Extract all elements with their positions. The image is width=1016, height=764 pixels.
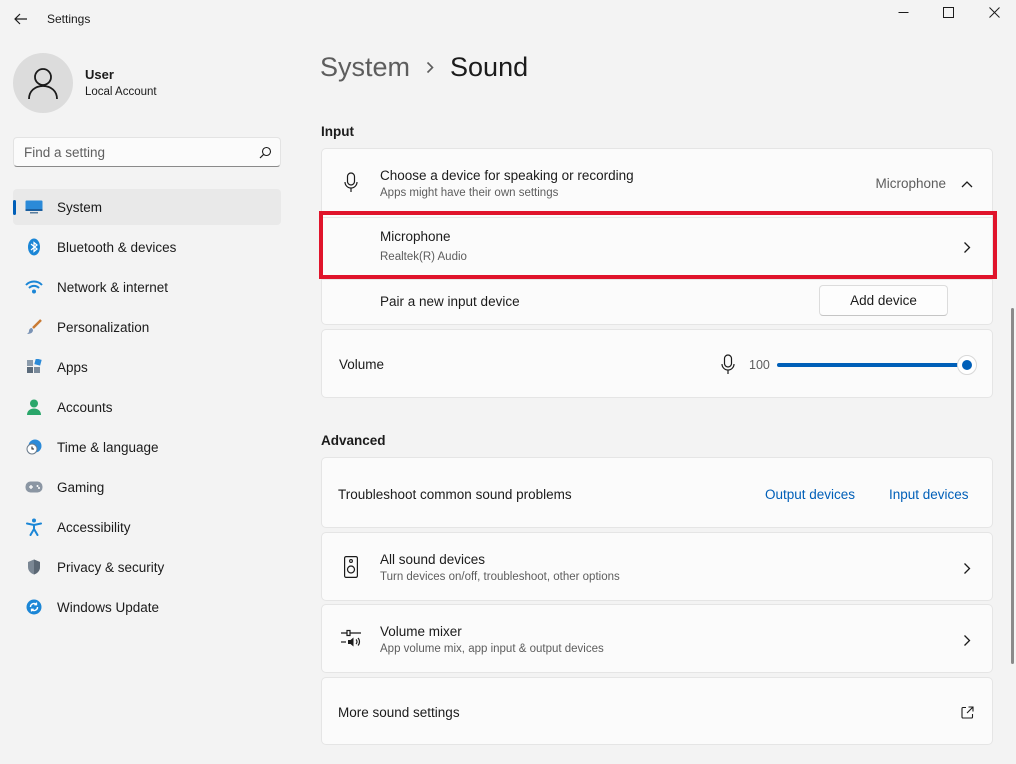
brush-icon [25,318,43,336]
time-language-icon [25,438,43,456]
title-bar: Settings [0,0,1016,40]
sidebar-item-bluetooth[interactable]: Bluetooth & devices [13,229,281,265]
maximize-icon [942,6,954,18]
user-account-type: Local Account [85,86,157,98]
app-title: Settings [47,12,91,26]
sidebar-item-label: Network & internet [57,279,169,295]
sidebar-item-system[interactable]: System [13,189,281,225]
chevron-right-icon [960,561,974,575]
all-sound-devices-row[interactable]: All sound devices Turn devices on/off, t… [321,532,993,601]
breadcrumb-parent-link[interactable]: System [320,52,410,83]
update-icon [25,598,43,616]
more-sound-settings-label: More sound settings [338,705,460,720]
section-title-advanced: Advanced [321,433,386,448]
sidebar-item-windows-update[interactable]: Windows Update [13,589,281,625]
sidebar-item-label: Gaming [57,479,105,495]
sidebar-item-label: Windows Update [57,599,160,615]
microphone-icon [716,353,740,377]
accounts-icon [25,398,43,416]
gamepad-icon [25,478,43,496]
page-title: Sound [450,52,529,82]
volume-mixer-row[interactable]: Volume mixer App volume mix, app input &… [321,604,993,673]
user-name: User [85,67,114,82]
microphone-icon [339,171,363,195]
breadcrumb: System Sound [320,52,528,83]
volume-card: Volume 100 [321,329,993,398]
minimize-button[interactable] [880,0,926,24]
sidebar-item-label: Privacy & security [57,559,165,575]
section-title-input: Input [321,124,354,139]
search-input[interactable] [14,138,250,166]
pair-input-device-row: Pair a new input device Add device [322,280,992,326]
sidebar-item-apps[interactable]: Apps [13,349,281,385]
sidebar-item-personalization[interactable]: Personalization [13,309,281,345]
close-button[interactable] [971,0,1016,24]
all-sound-devices-subtitle: Turn devices on/off, troubleshoot, other… [380,571,620,583]
search-icon[interactable] [250,146,280,159]
search-box[interactable] [13,137,281,167]
volume-mixer-title: Volume mixer [380,624,462,639]
sidebar-item-privacy[interactable]: Privacy & security [13,549,281,585]
apps-icon [25,358,43,376]
volume-label: Volume [339,357,385,372]
sidebar-item-label: Apps [57,359,88,375]
scrollbar[interactable] [1011,308,1014,664]
sidebar-item-label: Accounts [57,399,113,415]
more-sound-settings-row[interactable]: More sound settings [321,677,993,745]
user-icon [28,68,58,100]
chevron-right-icon [960,633,974,647]
bluetooth-icon [25,238,43,256]
volume-mixer-subtitle: App volume mix, app input & output devic… [380,643,604,655]
volume-mixer-icon [339,627,363,651]
pair-device-label: Pair a new input device [380,294,520,309]
choose-input-device-row[interactable]: Choose a device for speaking or recordin… [322,149,992,217]
back-button[interactable] [10,8,32,30]
add-device-button[interactable]: Add device [819,285,948,316]
sidebar-item-label: System [57,199,103,215]
maximize-button[interactable] [925,0,971,24]
accessibility-icon [25,518,43,536]
sidebar-item-gaming[interactable]: Gaming [13,469,281,505]
sidebar-item-label: Personalization [57,319,150,335]
speaker-icon [339,555,363,579]
sidebar-item-accessibility[interactable]: Accessibility [13,509,281,545]
all-sound-devices-title: All sound devices [380,552,486,567]
troubleshoot-label: Troubleshoot common sound problems [338,487,572,502]
chevron-right-icon [426,61,434,74]
volume-slider-track[interactable] [777,363,967,367]
sidebar-item-label: Bluetooth & devices [57,239,177,255]
shield-icon [25,558,43,576]
volume-value: 100 [749,358,770,372]
close-icon [988,6,1000,18]
selected-input-device: Microphone [875,176,946,191]
sidebar-item-accounts[interactable]: Accounts [13,389,281,425]
chevron-up-icon[interactable] [960,177,974,191]
avatar[interactable] [13,53,73,113]
sidebar-item-network[interactable]: Network & internet [13,269,281,305]
sidebar-item-label: Time & language [57,439,159,455]
choose-device-title: Choose a device for speaking or recordin… [380,168,634,183]
wifi-icon [25,278,43,296]
sidebar-nav: System Bluetooth & devices Network & int… [13,189,281,629]
troubleshoot-card: Troubleshoot common sound problems Outpu… [321,457,993,528]
choose-device-subtitle: Apps might have their own settings [380,187,559,199]
system-icon [25,198,43,216]
external-link-icon [960,705,974,719]
sidebar-item-time-language[interactable]: Time & language [13,429,281,465]
sidebar-item-label: Accessibility [57,519,131,535]
output-devices-link[interactable]: Output devices [765,487,855,502]
volume-slider-thumb[interactable] [957,355,977,375]
back-arrow-icon [14,13,27,25]
highlight-box [319,211,997,279]
input-devices-link[interactable]: Input devices [889,487,969,502]
minimize-icon [898,11,908,13]
